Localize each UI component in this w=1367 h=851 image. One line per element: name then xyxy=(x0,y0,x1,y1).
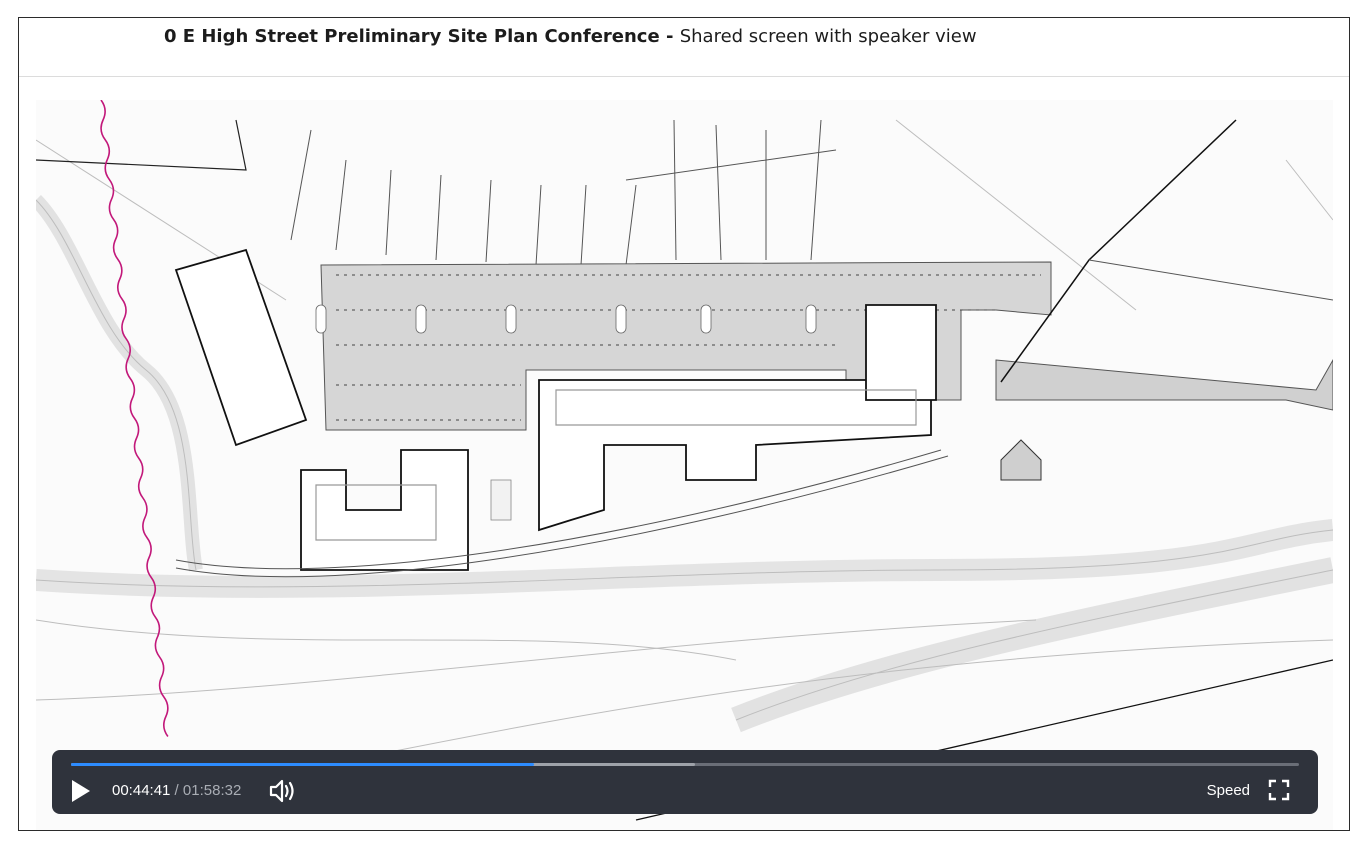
play-button[interactable] xyxy=(66,776,94,806)
fullscreen-icon xyxy=(1268,779,1290,801)
view-mode-label: Shared screen with speaker view xyxy=(679,26,977,47)
title-separator: - xyxy=(659,26,680,47)
time-separator: / xyxy=(170,782,183,799)
speed-button[interactable]: Speed xyxy=(1207,782,1250,799)
shared-screen-video[interactable] xyxy=(36,100,1333,830)
meeting-title: 0 E High Street Preliminary Site Plan Co… xyxy=(164,26,660,47)
recording-header: 0 E High Street Preliminary Site Plan Co… xyxy=(19,18,1349,77)
recording-title: 0 E High Street Preliminary Site Plan Co… xyxy=(164,26,977,47)
time-display: 00:44:41 / 01:58:32 xyxy=(112,782,241,799)
played-progress xyxy=(71,763,534,766)
playback-controls: 00:44:41 / 01:58:32 Speed xyxy=(52,750,1318,814)
total-duration: 01:58:32 xyxy=(182,782,242,799)
fullscreen-button[interactable] xyxy=(1268,779,1290,801)
site-plan-drawing xyxy=(36,100,1333,821)
volume-button[interactable] xyxy=(268,777,298,805)
video-player-frame: 0 E High Street Preliminary Site Plan Co… xyxy=(18,17,1350,831)
volume-icon xyxy=(269,779,294,803)
play-icon xyxy=(72,780,90,802)
current-time: 00:44:41 xyxy=(112,782,171,799)
progress-bar[interactable] xyxy=(71,763,1299,766)
